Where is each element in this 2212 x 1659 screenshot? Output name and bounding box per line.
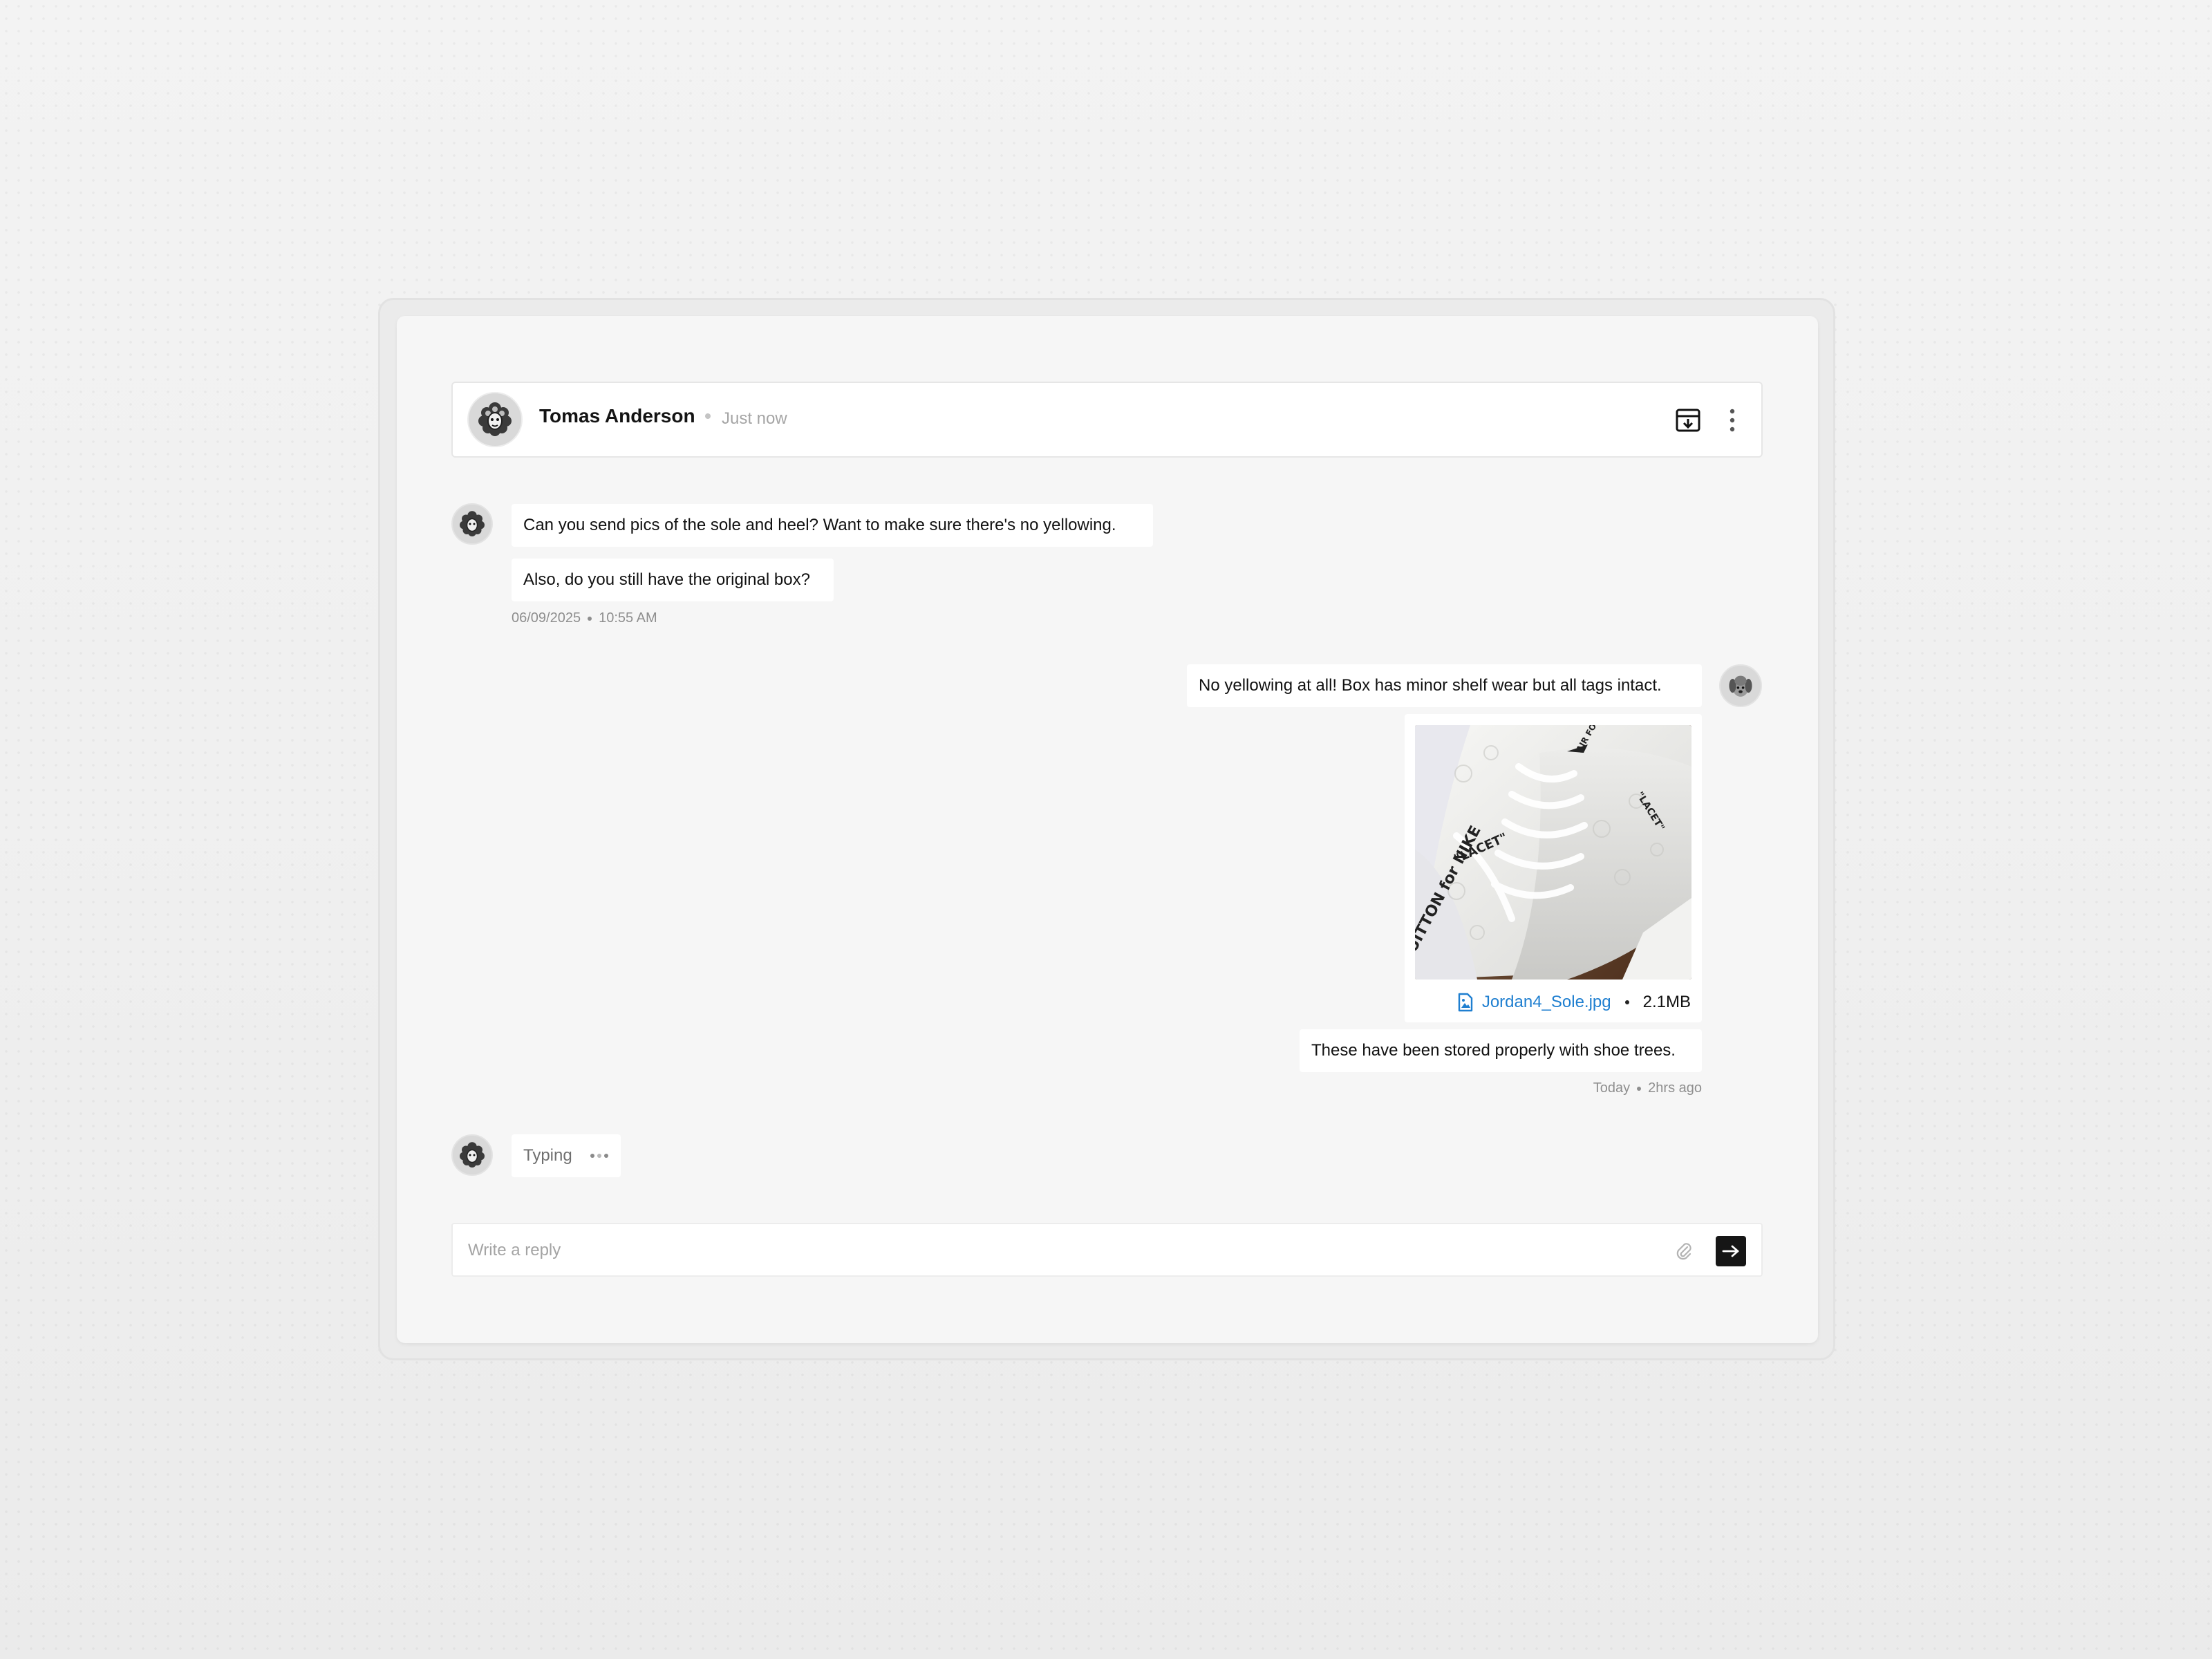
message-date: 06/09/2025 <box>512 610 581 626</box>
sheep-avatar-icon <box>460 1142 485 1168</box>
message-text: Can you send pics of the sole and heel? … <box>523 516 1116 534</box>
archive-download-icon <box>1676 409 1700 432</box>
archive-button[interactable] <box>1673 406 1703 434</box>
separator-dot <box>705 413 711 419</box>
message-text: Also, do you still have the original box… <box>523 570 810 589</box>
own-avatar <box>1719 664 1762 707</box>
message-time: 10:55 AM <box>599 610 657 626</box>
outgoing-message: These have been stored properly with sho… <box>1300 1029 1702 1072</box>
image-file-icon <box>1458 993 1473 1012</box>
reply-composer <box>451 1223 1763 1277</box>
arrow-right-icon <box>1722 1245 1739 1257</box>
attachment-file-info: Jordan4_Sole.jpg 2.1MB <box>1405 989 1691 1015</box>
attachment-file-name[interactable]: Jordan4_Sole.jpg <box>1482 993 1611 1012</box>
typing-indicator: Typing <box>512 1134 621 1177</box>
sender-avatar <box>451 503 493 545</box>
last-seen-status: Just now <box>722 409 787 428</box>
reply-input[interactable] <box>468 1235 1394 1266</box>
attachment-photo[interactable]: "LACET" UITTON for NIKE "LACET" AIR FO..… <box>1415 725 1691 980</box>
attach-button[interactable] <box>1671 1238 1697 1264</box>
typing-label: Typing <box>523 1146 572 1165</box>
separator-dot <box>588 616 592 621</box>
send-button[interactable] <box>1716 1236 1746 1266</box>
contact-name: Tomas Anderson <box>539 405 695 427</box>
header-avatar[interactable] <box>467 392 523 447</box>
message-text: No yellowing at all! Box has minor shelf… <box>1199 676 1662 695</box>
more-menu-button[interactable] <box>1721 405 1743 435</box>
outgoing-timestamp: Today 2hrs ago <box>1593 1080 1702 1096</box>
image-attachment[interactable]: "LACET" UITTON for NIKE "LACET" AIR FO..… <box>1405 714 1702 1022</box>
incoming-message: Also, do you still have the original box… <box>512 559 834 601</box>
sender-avatar <box>451 1134 493 1176</box>
separator-dot <box>1637 1086 1642 1091</box>
sheep-avatar-icon <box>460 511 485 536</box>
outgoing-message: No yellowing at all! Box has minor shelf… <box>1187 664 1702 707</box>
typing-dots-icon <box>590 1154 608 1158</box>
attachment-file-size: 2.1MB <box>1642 993 1691 1011</box>
more-vertical-icon <box>1730 409 1735 432</box>
dog-avatar-icon <box>1729 675 1752 697</box>
paperclip-icon <box>1676 1243 1691 1260</box>
sneaker-photo: "LACET" UITTON for NIKE "LACET" AIR FO..… <box>1415 725 1691 980</box>
sheep-avatar-icon <box>478 402 512 436</box>
message-day: Today <box>1593 1080 1631 1096</box>
message-text: These have been stored properly with sho… <box>1311 1041 1676 1060</box>
incoming-timestamp: 06/09/2025 10:55 AM <box>512 610 657 626</box>
incoming-message: Can you send pics of the sole and heel? … <box>512 504 1153 547</box>
separator-dot <box>1624 1000 1629 1004</box>
message-ago: 2hrs ago <box>1648 1080 1702 1096</box>
